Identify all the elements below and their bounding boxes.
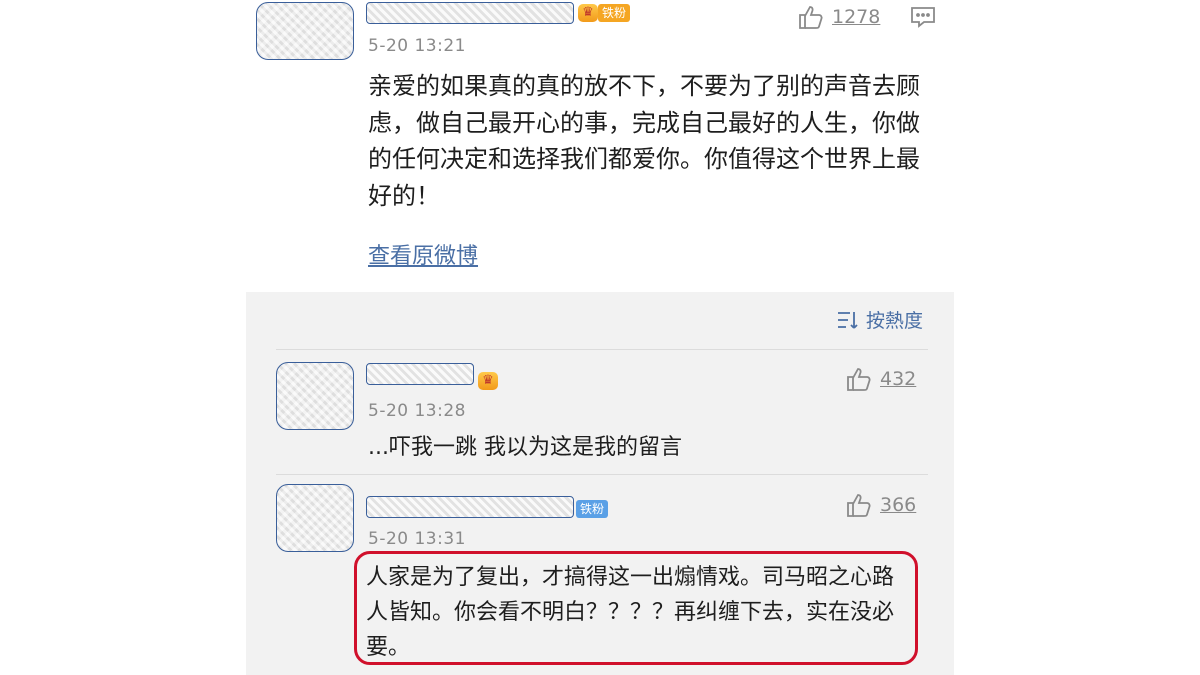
thumbs-up-icon: [847, 368, 871, 391]
sort-by-hotness-button[interactable]: 按熱度: [836, 306, 923, 333]
thumbs-up-icon: [847, 494, 871, 517]
sort-icon: [838, 311, 858, 329]
crown-level-icon: ♛: [478, 372, 498, 390]
post-like-button[interactable]: 1278: [798, 4, 880, 30]
comment-timestamp: 5-20 13:31: [368, 529, 466, 549]
post-text: 亲爱的如果真的真的放不下，不要为了别的声音去顾虑，做自己最开心的事，完成自己最好…: [368, 72, 920, 210]
crown-icon: ♛: [578, 4, 598, 22]
comment-like-count: 366: [880, 494, 917, 516]
comment-icon[interactable]: [910, 6, 936, 28]
divider: [276, 349, 928, 350]
fan-badge: 铁粉: [576, 500, 609, 518]
divider: [276, 474, 928, 475]
comment-like-count: 432: [880, 368, 917, 390]
sort-label: 按熱度: [866, 310, 924, 332]
comment-timestamp: 5-20 13:28: [368, 401, 466, 421]
post-author-name-blurred[interactable]: [366, 2, 574, 24]
comment-avatar[interactable]: [276, 484, 354, 552]
comment-like-button[interactable]: 366: [846, 492, 916, 518]
comment-like-button[interactable]: 432: [846, 366, 916, 392]
comment-author-name-blurred[interactable]: [366, 363, 474, 385]
comment-author-name-blurred[interactable]: [366, 496, 574, 518]
post-timestamp: 5-20 13:21: [368, 36, 466, 56]
view-original-post-link[interactable]: 查看原微博: [368, 238, 478, 270]
comment-avatar[interactable]: [276, 362, 354, 430]
highlight-annotation-box: [354, 551, 918, 665]
thumbs-up-icon: [799, 6, 823, 29]
comment-text: ...吓我一跳 我以为这是我的留言: [368, 435, 682, 460]
fan-badge: 铁粉: [598, 4, 631, 22]
post-author-avatar[interactable]: [256, 2, 354, 60]
post-like-count: 1278: [832, 6, 881, 28]
